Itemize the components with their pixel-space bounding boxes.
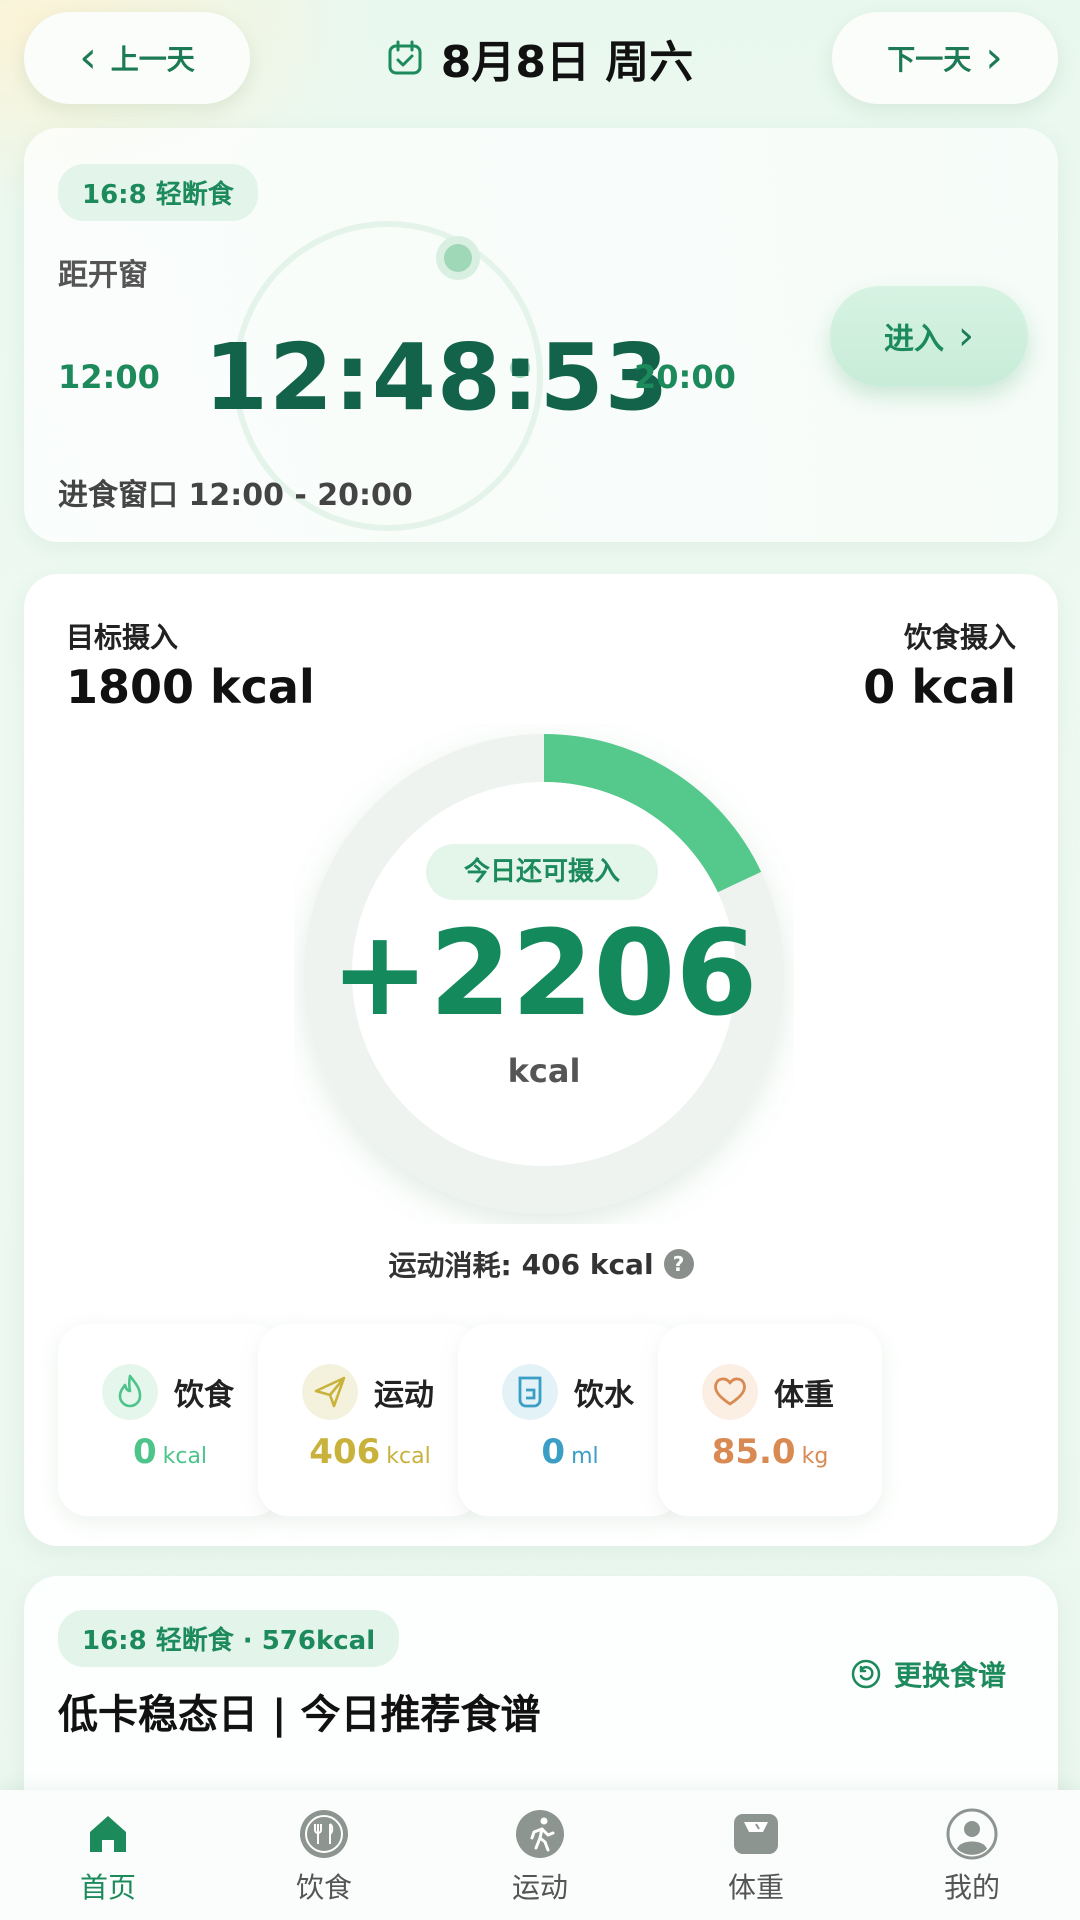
running-icon bbox=[516, 1810, 564, 1858]
profile-icon bbox=[946, 1808, 998, 1860]
scale-icon bbox=[734, 1814, 778, 1854]
recipe-tag: 16:8 轻断食 · 576kcal bbox=[58, 1610, 400, 1667]
stat-water[interactable]: 饮水 0 ml bbox=[458, 1324, 682, 1516]
swap-recipe-button[interactable]: 更换食谱 bbox=[850, 1654, 1006, 1694]
nav-home-label: 首页 bbox=[79, 1871, 136, 1904]
target-intake-value: 1800 kcal bbox=[66, 660, 315, 714]
diet-intake-label: 饮食摄入 bbox=[903, 621, 1016, 654]
heart-icon bbox=[702, 1364, 758, 1420]
stat-water-value: 0 ml bbox=[541, 1432, 599, 1472]
enter-label: 进入 bbox=[884, 322, 944, 357]
remaining-label-badge: 今日还可摄入 bbox=[426, 844, 658, 900]
nav-exercise[interactable]: 运动 bbox=[432, 1790, 648, 1920]
fasting-start-time: 12:00 bbox=[58, 358, 160, 396]
fork-knife-icon bbox=[300, 1810, 348, 1858]
recipe-title: 低卡稳态日 | 今日推荐食谱 bbox=[58, 1692, 541, 1738]
remaining-calories: +2206 bbox=[330, 904, 758, 1042]
chevron-right-icon: › bbox=[985, 32, 1003, 83]
next-day-button[interactable]: 下一天 › bbox=[832, 12, 1058, 104]
fasting-plan-badge: 16:8 轻断食 bbox=[58, 164, 258, 221]
stat-water-name: 饮水 bbox=[574, 1378, 634, 1413]
diet-intake-value: 0 kcal bbox=[863, 660, 1016, 714]
help-icon[interactable]: ? bbox=[663, 1249, 694, 1279]
nav-diet[interactable]: 饮食 bbox=[216, 1790, 432, 1920]
burn-label: 运动消耗: bbox=[388, 1249, 512, 1282]
nav-diet-label: 饮食 bbox=[295, 1871, 352, 1904]
stat-exercise[interactable]: 运动 406 kcal bbox=[258, 1324, 482, 1516]
exercise-burn-row: 运动消耗: 406 kcal ? bbox=[24, 1244, 1058, 1284]
nav-weight-label: 体重 bbox=[727, 1871, 784, 1904]
nav-weight[interactable]: 体重 bbox=[648, 1790, 864, 1920]
refresh-icon bbox=[851, 1659, 881, 1689]
date-label: 8月8日 周六 bbox=[440, 37, 694, 88]
next-day-label: 下一天 bbox=[887, 43, 972, 76]
bottom-nav: 首页 饮食 运动 体重 我的 bbox=[0, 1790, 1080, 1920]
fasting-status: 距开窗 bbox=[58, 258, 148, 293]
stat-exercise-value: 406 kcal bbox=[309, 1432, 431, 1472]
nav-exercise-label: 运动 bbox=[511, 1871, 568, 1904]
water-cup-icon bbox=[502, 1364, 558, 1420]
stat-weight-value: 85.0 kg bbox=[711, 1432, 829, 1472]
stat-diet[interactable]: 饮食 0 kcal bbox=[58, 1324, 282, 1516]
chevron-right-icon: › bbox=[958, 313, 974, 359]
enter-fasting-button[interactable]: 进入 › bbox=[830, 286, 1028, 386]
nav-home[interactable]: 首页 bbox=[0, 1790, 216, 1920]
burn-value: 406 kcal bbox=[521, 1247, 654, 1281]
nav-profile-label: 我的 bbox=[943, 1871, 1000, 1904]
stat-weight[interactable]: 体重 85.0 kg bbox=[658, 1324, 882, 1516]
remaining-unit: kcal bbox=[507, 1052, 581, 1090]
stat-diet-value: 0 kcal bbox=[132, 1432, 208, 1472]
target-intake-label: 目标摄入 bbox=[66, 621, 179, 654]
send-icon bbox=[302, 1364, 358, 1420]
stat-exercise-name: 运动 bbox=[374, 1378, 434, 1413]
calorie-card: 目标摄入 1800 kcal 饮食摄入 0 kcal 今日还可摄入 +2206 … bbox=[24, 574, 1058, 1546]
flame-icon bbox=[102, 1364, 158, 1420]
fasting-end-time: 20:00 bbox=[634, 358, 736, 396]
stat-weight-name: 体重 bbox=[774, 1378, 834, 1413]
fasting-countdown: 12:48:53 bbox=[204, 324, 670, 431]
eating-window-text: 进食窗口 12:00 - 20:00 bbox=[58, 478, 413, 513]
calendar-icon bbox=[388, 40, 422, 75]
fasting-card[interactable]: 16:8 轻断食 距开窗 12:00 12:48:53 20:00 进食窗口 1… bbox=[24, 128, 1058, 542]
swap-recipe-label: 更换食谱 bbox=[894, 1659, 1007, 1692]
nav-profile[interactable]: 我的 bbox=[864, 1790, 1080, 1920]
home-icon bbox=[90, 1816, 126, 1852]
stat-diet-name: 饮食 bbox=[174, 1378, 234, 1413]
